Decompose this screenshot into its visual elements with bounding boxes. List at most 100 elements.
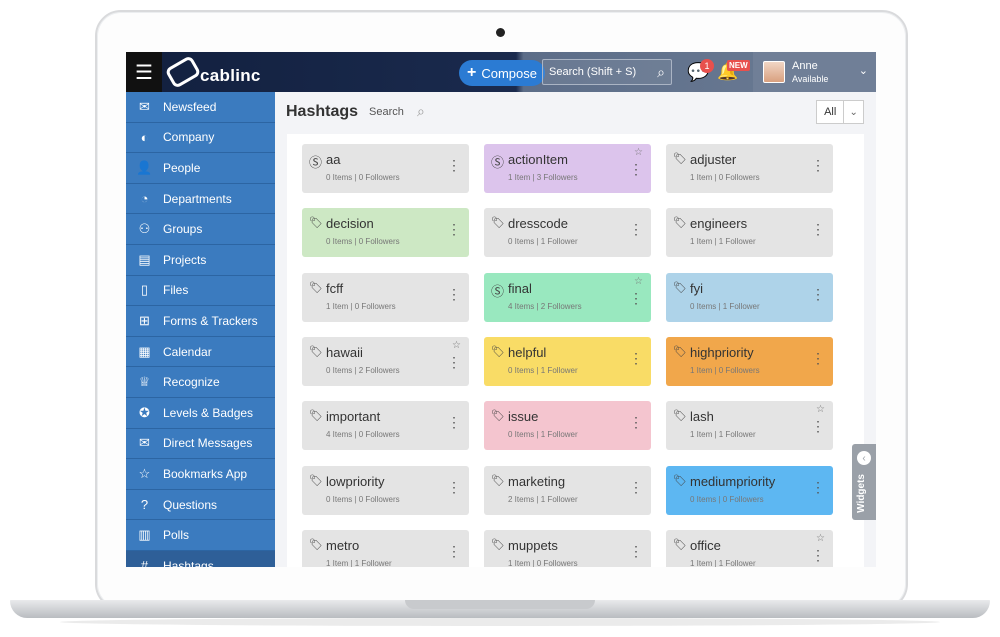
more-options-icon[interactable]: ⋮ bbox=[447, 355, 461, 369]
hashtag-card[interactable]: 🏷 helpful 0 Items | 1 Follower ⋮ bbox=[484, 336, 651, 386]
hashtag-card[interactable]: Ⓢfinal 4 Items | 2 Followers ⋮ ☆ bbox=[484, 272, 651, 322]
hashtag-name[interactable]: hawaii bbox=[326, 345, 363, 360]
sidebar-item-polls[interactable]: ▥ Polls bbox=[126, 520, 275, 551]
hashtag-name[interactable]: metro bbox=[326, 538, 359, 553]
hashtag-name[interactable]: lash bbox=[690, 409, 714, 424]
hashtag-card[interactable]: ⓈactionItem 1 Item | 3 Followers ⋮ ☆ bbox=[484, 144, 651, 193]
sidebar-item-people[interactable]: 👤 People bbox=[126, 153, 275, 184]
more-options-icon[interactable]: ⋮ bbox=[629, 544, 643, 558]
more-options-icon[interactable]: ⋮ bbox=[811, 419, 825, 433]
star-icon[interactable]: ☆ bbox=[452, 340, 461, 351]
hashtag-card[interactable]: 🏷 lash 1 Item | 1 Follower ⋮ ☆ bbox=[666, 401, 833, 451]
sidebar-item-newsfeed[interactable]: ✉ Newsfeed bbox=[126, 92, 275, 123]
logo[interactable]: cablinc bbox=[164, 54, 261, 90]
hashtag-name[interactable]: adjuster bbox=[690, 152, 736, 167]
hashtag-card[interactable]: 🏷 mediumpriority 0 Items | 0 Followers ⋮ bbox=[666, 465, 833, 515]
chevron-down-icon[interactable]: ⌄ bbox=[859, 64, 868, 77]
hashtag-card[interactable]: 🏷 decision 0 Items | 0 Followers ⋮ bbox=[302, 208, 469, 258]
sidebar-item-bookmarks-app[interactable]: ☆ Bookmarks App bbox=[126, 459, 275, 490]
hashtag-name[interactable]: highpriority bbox=[690, 345, 754, 360]
hashtag-name[interactable]: lowpriority bbox=[326, 474, 385, 489]
more-options-icon[interactable]: ⋮ bbox=[811, 158, 825, 172]
search-icon[interactable]: ⌕ bbox=[657, 64, 665, 81]
hashtag-name[interactable]: marketing bbox=[508, 474, 565, 489]
sidebar-item-projects[interactable]: ▤ Projects bbox=[126, 245, 275, 276]
hashtag-name[interactable]: office bbox=[690, 538, 721, 553]
hashtag-search-label[interactable]: Search bbox=[369, 106, 404, 118]
hashtag-card[interactable]: 🏷 muppets 1 Item | 0 Followers ⋮ bbox=[484, 529, 651, 567]
more-options-icon[interactable]: ⋮ bbox=[447, 415, 461, 429]
sidebar-item-calendar[interactable]: ▦ Calendar bbox=[126, 337, 275, 368]
hashtag-name[interactable]: issue bbox=[508, 409, 538, 424]
more-options-icon[interactable]: ⋮ bbox=[629, 415, 643, 429]
hashtag-name[interactable]: actionItem bbox=[508, 152, 568, 167]
more-options-icon[interactable]: ⋮ bbox=[447, 544, 461, 558]
page-title: Hashtags bbox=[286, 103, 359, 120]
widgets-tab[interactable]: ‹ Widgets bbox=[852, 444, 876, 520]
more-options-icon[interactable]: ⋮ bbox=[447, 158, 461, 172]
more-options-icon[interactable]: ⋮ bbox=[811, 222, 825, 236]
sidebar-item-levels-badges[interactable]: ✪ Levels & Badges bbox=[126, 398, 275, 429]
hashtag-name[interactable]: final bbox=[508, 281, 532, 296]
sidebar-item-files[interactable]: ▯ Files bbox=[126, 276, 275, 307]
more-options-icon[interactable]: ⋮ bbox=[629, 291, 643, 305]
star-icon[interactable]: ☆ bbox=[816, 404, 825, 415]
hashtag-card[interactable]: 🏷 engineers 1 Item | 1 Follower ⋮ bbox=[666, 208, 833, 258]
hashtag-name[interactable]: engineers bbox=[690, 216, 747, 231]
more-options-icon[interactable]: ⋮ bbox=[811, 351, 825, 365]
hashtag-card[interactable]: 🏷 highpriority 1 Item | 0 Followers ⋮ bbox=[666, 336, 833, 386]
hashtag-card[interactable]: 🏷 office 1 Item | 1 Follower ⋮ ☆ bbox=[666, 529, 833, 567]
hashtag-card[interactable]: Ⓢaa 0 Items | 0 Followers ⋮ bbox=[302, 144, 469, 193]
more-options-icon[interactable]: ⋮ bbox=[447, 287, 461, 301]
more-options-icon[interactable]: ⋮ bbox=[811, 287, 825, 301]
sidebar-item-departments[interactable]: ◔ Departments bbox=[126, 184, 275, 215]
hashtag-name[interactable]: dresscode bbox=[508, 216, 568, 231]
sidebar-item-company[interactable]: ◐ Company bbox=[126, 123, 275, 154]
more-options-icon[interactable]: ⋮ bbox=[811, 548, 825, 562]
more-options-icon[interactable]: ⋮ bbox=[447, 480, 461, 494]
hashtag-card[interactable]: 🏷 marketing 2 Items | 1 Follower ⋮ bbox=[484, 465, 651, 515]
star-icon[interactable]: ☆ bbox=[634, 276, 643, 287]
hashtag-name[interactable]: important bbox=[326, 409, 380, 424]
hashtag-name[interactable]: fcff bbox=[326, 281, 343, 296]
filter-select[interactable]: All ⌄ bbox=[816, 100, 864, 124]
hashtag-name[interactable]: muppets bbox=[508, 538, 558, 553]
hashtag-name[interactable]: decision bbox=[326, 216, 374, 231]
hashtag-card[interactable]: 🏷 lowpriority 0 Items | 0 Followers ⋮ bbox=[302, 465, 469, 515]
more-options-icon[interactable]: ⋮ bbox=[629, 162, 643, 176]
hashtag-card[interactable]: 🏷 hawaii 0 Items | 2 Followers ⋮ ☆ bbox=[302, 336, 469, 386]
sidebar-item-direct-messages[interactable]: ✉ Direct Messages bbox=[126, 429, 275, 460]
more-options-icon[interactable]: ⋮ bbox=[447, 222, 461, 236]
hashtag-card[interactable]: 🏷 fyi 0 Items | 1 Follower ⋮ bbox=[666, 272, 833, 322]
user-menu[interactable]: Anne Available ⌄ bbox=[753, 52, 876, 92]
hashtag-card[interactable]: 🏷 dresscode 0 Items | 1 Follower ⋮ bbox=[484, 208, 651, 258]
hashtag-card[interactable]: 🏷 fcff 1 Item | 0 Followers ⋮ bbox=[302, 272, 469, 322]
sidebar-item-hashtags[interactable]: # Hashtags bbox=[126, 550, 275, 567]
star-icon[interactable]: ☆ bbox=[634, 147, 643, 158]
hashtag-name[interactable]: aa bbox=[326, 152, 340, 167]
hashtag-name[interactable]: fyi bbox=[690, 281, 703, 296]
more-options-icon[interactable]: ⋮ bbox=[629, 351, 643, 365]
more-options-icon[interactable]: ⋮ bbox=[811, 480, 825, 494]
sidebar-item-forms-trackers[interactable]: ⊞ Forms & Trackers bbox=[126, 306, 275, 337]
sidebar-item-questions[interactable]: ? Questions bbox=[126, 490, 275, 521]
hashtag-name[interactable]: mediumpriority bbox=[690, 474, 775, 489]
search-icon[interactable]: ⌕ bbox=[417, 103, 425, 120]
hashtag-card[interactable]: 🏷 adjuster 1 Item | 0 Followers ⋮ bbox=[666, 144, 833, 193]
shared-tag-icon: Ⓢ bbox=[309, 155, 323, 170]
hashtag-meta: 4 Items | 2 Followers bbox=[508, 301, 582, 311]
search-placeholder: Search (Shift + S) bbox=[549, 66, 637, 78]
sidebar-item-groups[interactable]: ⚇ Groups bbox=[126, 214, 275, 245]
global-search-input[interactable]: Search (Shift + S) ⌕ bbox=[542, 59, 672, 85]
sidebar-item-recognize[interactable]: ♕ Recognize bbox=[126, 367, 275, 398]
hashtag-card[interactable]: 🏷 important 4 Items | 0 Followers ⋮ bbox=[302, 401, 469, 451]
more-options-icon[interactable]: ⋮ bbox=[629, 222, 643, 236]
hamburger-menu-icon[interactable]: ☰ bbox=[126, 52, 162, 92]
hashtag-card[interactable]: 🏷 metro 1 Item | 1 Follower ⋮ bbox=[302, 529, 469, 567]
hashtag-card[interactable]: 🏷 issue 0 Items | 1 Follower ⋮ bbox=[484, 401, 651, 451]
hashtag-name[interactable]: helpful bbox=[508, 345, 546, 360]
compose-button[interactable]: + Compose bbox=[459, 60, 545, 86]
user-status: Available bbox=[792, 74, 829, 84]
more-options-icon[interactable]: ⋮ bbox=[629, 480, 643, 494]
star-icon[interactable]: ☆ bbox=[816, 533, 825, 544]
